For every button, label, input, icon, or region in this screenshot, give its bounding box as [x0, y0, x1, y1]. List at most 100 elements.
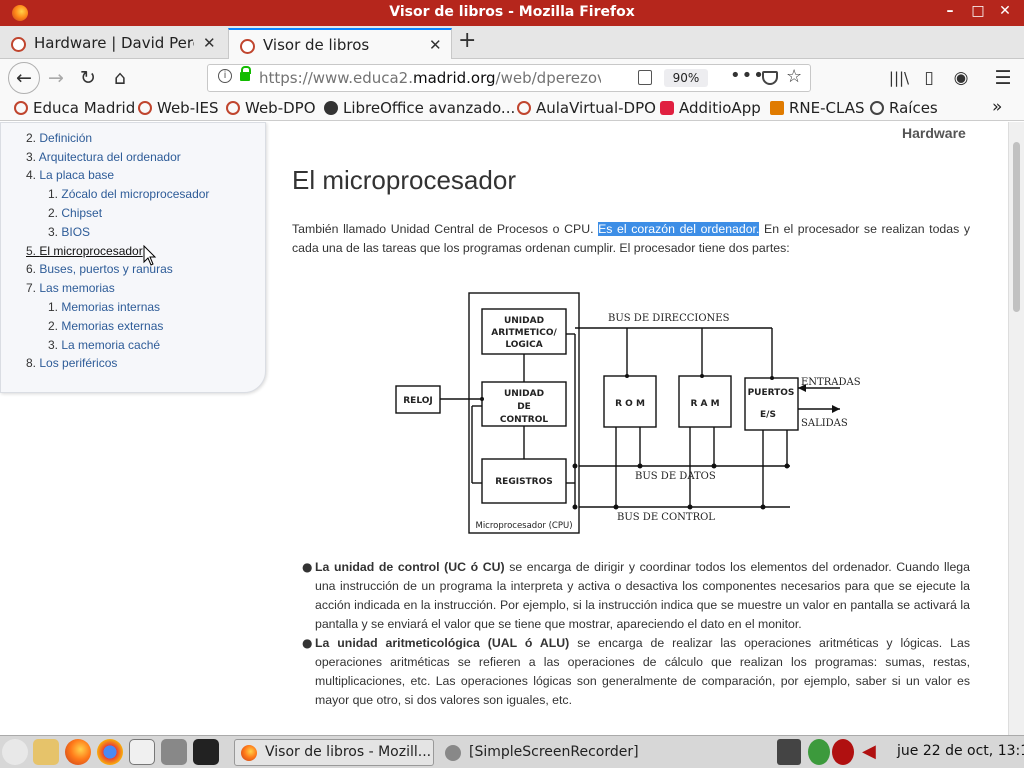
rom-label: R O M	[615, 399, 645, 409]
bookmark-additioapp[interactable]: AdditioApp	[660, 99, 761, 117]
bullet-icon: ●	[302, 636, 313, 650]
cu-label: UNIDAD	[504, 389, 544, 399]
volume-icon[interactable]: ◀	[862, 739, 882, 765]
bullet-icon: ●	[302, 560, 313, 574]
record-icon[interactable]	[832, 739, 854, 765]
zoom-indicator[interactable]: 90%	[664, 69, 708, 87]
toc-item-bios[interactable]: 3. BIOS	[48, 225, 90, 239]
new-tab-button[interactable]: +	[458, 28, 476, 53]
io-box	[744, 377, 799, 431]
close-tab-icon[interactable]: ✕	[203, 34, 216, 52]
inputs-label: ENTRADAS	[801, 377, 861, 388]
library-icon[interactable]: |||\	[886, 65, 912, 91]
window-title: Visor de libros - Mozilla Firefox	[389, 4, 635, 20]
selected-text: Es el corazón del ordenador.	[598, 222, 760, 236]
tab-label: Visor de libros	[263, 36, 370, 54]
educamadrid-favicon-icon	[240, 39, 255, 54]
tab-label: Hardware | David Perez (	[34, 34, 194, 52]
alu-label: UNIDAD	[504, 316, 544, 326]
reader-view-icon[interactable]	[638, 70, 652, 85]
more-bookmarks-icon[interactable]: »	[992, 97, 1002, 117]
taskbar-window-recorder[interactable]: [SimpleScreenRecorder]	[438, 739, 639, 766]
tab-bar: Hardware | David Perez ( ✕ Visor de libr…	[0, 26, 1024, 60]
notes-app-icon[interactable]	[33, 739, 59, 765]
globe-icon	[870, 101, 884, 115]
book-header: Hardware	[902, 125, 966, 141]
toc-item-perifericos[interactable]: 8. Los periféricos	[26, 356, 117, 370]
bookmarks-toolbar: Educa Madrid Web-IES Web-DPO LibreOffice…	[0, 97, 1024, 121]
clock[interactable]: jue 22 de oct, 13:14	[897, 743, 1024, 759]
firefox-launcher-icon[interactable]	[65, 739, 91, 765]
sidebar-icon[interactable]: ▯	[916, 65, 942, 91]
taskbar-window-firefox[interactable]: Visor de libros - Mozill...	[234, 739, 434, 766]
educamadrid-favicon-icon	[11, 37, 26, 52]
scrollbar-thumb[interactable]	[1013, 142, 1020, 312]
bookmark-raices[interactable]: Raíces	[870, 99, 938, 117]
forward-button[interactable]: →	[43, 65, 69, 91]
control-unit-paragraph: La unidad de control (UC ó CU) se encarg…	[315, 560, 970, 631]
ram-label: R A M	[690, 399, 719, 409]
close-window-button[interactable]: ✕	[995, 3, 1015, 19]
window-titlebar: Visor de libros - Mozilla Firefox – □ ✕	[0, 0, 1024, 26]
bookmark-libreoffice[interactable]: LibreOffice avanzado...	[324, 99, 515, 117]
back-button[interactable]: ←	[8, 62, 40, 94]
mouse-cursor-icon	[143, 245, 157, 266]
io-label: PUERTOS	[748, 388, 795, 398]
minimize-button[interactable]: –	[940, 3, 960, 19]
bookmark-star-icon[interactable]: ☆	[786, 66, 802, 87]
intro-paragraph: También llamado Unidad Central de Proces…	[292, 222, 970, 255]
bookmark-educa-madrid[interactable]: Educa Madrid	[14, 99, 135, 117]
account-icon[interactable]: ◉	[948, 65, 974, 91]
close-tab-icon[interactable]: ✕	[429, 36, 442, 54]
data-bus-label: BUS DE DATOS	[635, 471, 716, 482]
io-label: E/S	[760, 410, 776, 420]
bookmark-web-ies[interactable]: Web-IES	[138, 99, 219, 117]
home-button[interactable]: ⌂	[107, 65, 133, 91]
toc-item-arquitectura[interactable]: 3. Arquitectura del ordenador	[26, 150, 181, 164]
rtve-icon	[770, 101, 784, 115]
toc-item-memorias-externas[interactable]: 2. Memorias externas	[48, 319, 163, 333]
tab-visor-de-libros[interactable]: Visor de libros ✕	[228, 28, 452, 60]
toc-item-memorias-internas[interactable]: 1. Memorias internas	[48, 300, 160, 314]
tab-hardware[interactable]: Hardware | David Perez ( ✕	[0, 28, 228, 59]
bookmark-aulavirtual[interactable]: AulaVirtual-DPO	[517, 99, 656, 117]
table-of-contents: 2. Definición 3. Arquitectura del ordena…	[0, 122, 266, 393]
bookmark-rne-clas[interactable]: RNE-CLAS	[770, 99, 865, 117]
page-actions-button[interactable]: •••	[730, 65, 765, 86]
additio-icon	[660, 101, 674, 115]
toc-item-microprocesador[interactable]: 5. El microprocesador	[26, 244, 143, 258]
cpu-label: Microprocesador (CPU)	[475, 521, 572, 531]
screenshot-app-icon[interactable]	[161, 739, 187, 765]
terminal-icon[interactable]	[193, 739, 219, 765]
recorder-icon	[445, 745, 461, 761]
cu-label: DE	[517, 402, 531, 412]
vertical-scrollbar[interactable]	[1008, 122, 1024, 735]
toc-item-placa-base[interactable]: 4. La placa base	[26, 168, 114, 182]
url-text[interactable]: https://www.educa2.madrid.org/web/dperez…	[259, 69, 601, 87]
toc-item-definicion[interactable]: 2. Definición	[26, 131, 92, 145]
battery-icon[interactable]	[777, 739, 801, 765]
page-content: 2. Definición 3. Arquitectura del ordena…	[0, 122, 1008, 735]
maximize-button[interactable]: □	[968, 3, 988, 19]
alu-paragraph: La unidad aritmeticológica (UAL ó ALU) s…	[315, 636, 970, 707]
url-bar[interactable]: i https://www.educa2.madrid.org/web/dper…	[207, 64, 811, 92]
pocket-icon[interactable]	[762, 71, 778, 85]
text-editor-icon[interactable]	[129, 739, 155, 765]
educamadrid-icon	[517, 101, 531, 115]
toc-item-chipset[interactable]: 2. Chipset	[48, 206, 102, 220]
page-title: El microprocesador	[292, 165, 516, 195]
reload-button[interactable]: ↻	[75, 65, 101, 91]
toc-item-memorias[interactable]: 7. Las memorias	[26, 281, 115, 295]
taskbar: Visor de libros - Mozill... [SimpleScree…	[0, 735, 1024, 768]
update-icon[interactable]	[808, 739, 830, 765]
site-info-icon[interactable]: i	[218, 69, 232, 83]
bookmark-web-dpo[interactable]: Web-DPO	[226, 99, 316, 117]
toc-item-memoria-cache[interactable]: 3. La memoria caché	[48, 338, 160, 352]
chrome-launcher-icon[interactable]	[97, 739, 123, 765]
menu-icon[interactable]: ☰	[990, 65, 1016, 91]
toc-item-zocalo[interactable]: 1. Zócalo del microprocesador	[48, 187, 209, 201]
app-menu-icon[interactable]	[2, 739, 28, 765]
alu-label: ARITMETICO/	[491, 328, 557, 338]
cpu-architecture-diagram: UNIDAD ARITMETICO/ LOGICA UNIDAD DE CONT…	[395, 292, 861, 534]
educamadrid-icon	[138, 101, 152, 115]
